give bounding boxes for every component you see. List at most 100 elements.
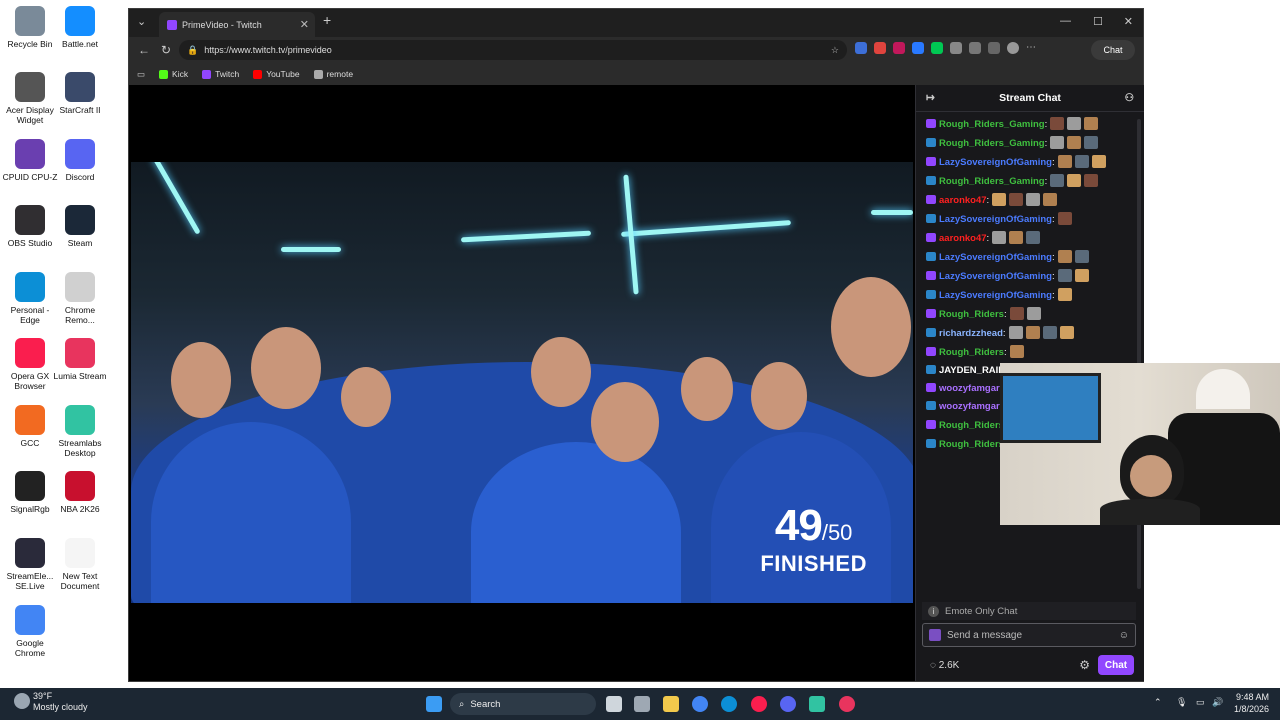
opera-gx-icon[interactable] bbox=[751, 696, 767, 712]
desktop-icon-acer-display[interactable]: Acer Display Widget bbox=[2, 72, 58, 125]
widgets-icon[interactable] bbox=[634, 696, 650, 712]
desktop-icon-obs[interactable]: OBS Studio bbox=[2, 205, 58, 248]
desktop-icon-gcc[interactable]: GCC bbox=[2, 405, 58, 448]
desktop-icon-opera-gx[interactable]: Opera GX Browser bbox=[2, 338, 58, 391]
desktop-icon-starcraft[interactable]: StarCraft II bbox=[52, 72, 108, 115]
chat-username[interactable]: LazySovereignOfGaming bbox=[939, 290, 1052, 301]
chat-username[interactable]: richardzzhead bbox=[939, 328, 1003, 339]
chat-username[interactable]: aaronko47 bbox=[939, 195, 987, 206]
tab-list-icon[interactable]: ⌄ bbox=[137, 15, 146, 28]
chat-message[interactable]: Rough_Riders_Gaming: bbox=[916, 172, 1136, 191]
extension-icon[interactable] bbox=[874, 42, 886, 54]
streamlabs-icon[interactable] bbox=[809, 696, 825, 712]
chevron-up-icon[interactable]: ⌃ bbox=[1154, 697, 1162, 708]
collapse-chat-icon[interactable]: ↦ bbox=[926, 92, 935, 104]
chat-message-input[interactable]: Send a message ☺ bbox=[922, 623, 1136, 647]
send-chat-button[interactable]: Chat bbox=[1098, 655, 1134, 675]
desktop-icon-chrome[interactable]: Google Chrome bbox=[2, 605, 58, 658]
chat-message[interactable]: aaronko47: bbox=[916, 229, 1136, 248]
bookmarks-icon[interactable]: ▭ bbox=[137, 69, 145, 80]
extension-icon[interactable] bbox=[950, 42, 962, 54]
gear-icon[interactable]: ⚙ bbox=[1079, 658, 1090, 672]
chat-username[interactable]: LazySovereignOfGaming bbox=[939, 157, 1052, 168]
chat-message[interactable]: Rough_Riders_Gaming: bbox=[916, 115, 1136, 134]
chat-username[interactable]: LazySovereignOfGaming bbox=[939, 271, 1052, 282]
chat-username[interactable]: Rough_Riders_Gaming bbox=[939, 138, 1045, 149]
edge-icon[interactable] bbox=[721, 696, 737, 712]
network-icon[interactable]: ▭ bbox=[1196, 697, 1205, 708]
chat-message[interactable]: LazySovereignOfGaming: bbox=[916, 210, 1136, 229]
weather-icon[interactable] bbox=[14, 693, 30, 709]
desktop-icon-edge[interactable]: Personal - Edge bbox=[2, 272, 58, 325]
chat-message[interactable]: aaronko47: bbox=[916, 191, 1136, 210]
video-player[interactable]: 49/50 FINISHED bbox=[129, 85, 915, 681]
chat-message[interactable]: LazySovereignOfGaming: bbox=[916, 286, 1136, 305]
chat-username[interactable]: aaronko47 bbox=[939, 233, 987, 244]
emote-picker-badge-icon[interactable] bbox=[929, 629, 941, 641]
desktop-icon-discord[interactable]: Discord bbox=[52, 139, 108, 182]
chat-username[interactable]: JAYDEN_RAIN bbox=[939, 365, 1005, 376]
smiley-icon[interactable]: ☺ bbox=[1119, 630, 1129, 641]
extension-icon[interactable] bbox=[893, 42, 905, 54]
tab-primevideo[interactable]: PrimeVideo - Twitch ✕ bbox=[159, 12, 315, 37]
chat-message[interactable]: LazySovereignOfGaming: bbox=[916, 267, 1136, 286]
extension-icon[interactable] bbox=[969, 42, 981, 54]
refresh-icon[interactable]: ↻ bbox=[155, 43, 177, 57]
extension-icon[interactable] bbox=[912, 42, 924, 54]
close-tab-icon[interactable]: ✕ bbox=[300, 18, 309, 31]
discord-icon[interactable] bbox=[780, 696, 796, 712]
chat-message[interactable]: richardzzhead: bbox=[916, 324, 1136, 343]
channel-points[interactable]: ◌ 2.6K bbox=[930, 660, 959, 671]
profile-avatar[interactable] bbox=[1007, 42, 1019, 54]
chat-username[interactable]: Rough_Riders_Gaming bbox=[939, 176, 1045, 187]
desktop-icon-battlenet[interactable]: Battle.net bbox=[52, 6, 108, 49]
desktop-icon-signalrgb[interactable]: SignalRgb bbox=[2, 471, 58, 514]
volume-icon[interactable]: 🔊 bbox=[1212, 697, 1223, 708]
microphone-icon[interactable]: 🎙 bbox=[1176, 697, 1187, 708]
new-tab-icon[interactable]: + bbox=[323, 12, 331, 28]
extension-icon[interactable] bbox=[931, 42, 943, 54]
desktop-icon-recycle-bin[interactable]: Recycle Bin bbox=[2, 6, 58, 49]
favorite-star-icon[interactable]: ☆ bbox=[831, 45, 839, 56]
chat-username[interactable]: woozyfamgar bbox=[939, 401, 1000, 412]
favorites-icon[interactable] bbox=[988, 42, 1000, 54]
chat-message[interactable]: Rough_Riders_Gaming: bbox=[916, 134, 1136, 153]
back-icon[interactable]: ← bbox=[133, 43, 155, 57]
desktop-icon-chrome-remote[interactable]: Chrome Remo... bbox=[52, 272, 108, 325]
chrome-icon[interactable] bbox=[692, 696, 708, 712]
chat-message[interactable]: LazySovereignOfGaming: bbox=[916, 153, 1136, 172]
bookmark-kick[interactable]: Kick bbox=[159, 69, 188, 79]
chat-username[interactable]: Rough_Riders bbox=[939, 309, 1004, 320]
taskbar-search[interactable]: ⌕ Search bbox=[450, 693, 596, 715]
desktop-icon-streamlabs[interactable]: Streamlabs Desktop bbox=[52, 405, 108, 458]
lumia-stream-icon[interactable] bbox=[839, 696, 855, 712]
file-explorer-icon[interactable] bbox=[663, 696, 679, 712]
desktop-icon-text-document[interactable]: New Text Document bbox=[52, 538, 108, 591]
chat-username[interactable]: LazySovereignOfGaming bbox=[939, 252, 1052, 263]
chat-username[interactable]: Rough_Riders bbox=[939, 347, 1004, 358]
chat-username[interactable]: woozyfamgar bbox=[939, 383, 1000, 394]
community-icon[interactable]: ⚇ bbox=[1125, 92, 1134, 104]
bookmark-remote[interactable]: remote bbox=[313, 69, 353, 79]
desktop-icon-nba2k[interactable]: NBA 2K26 bbox=[52, 471, 108, 514]
desktop-icon-steam[interactable]: Steam bbox=[52, 205, 108, 248]
task-view-icon[interactable] bbox=[606, 696, 622, 712]
desktop-icon-lumia[interactable]: Lumia Stream bbox=[52, 338, 108, 381]
copilot-chat-button[interactable]: Chat bbox=[1091, 40, 1135, 60]
minimize-icon[interactable]: — bbox=[1060, 15, 1071, 27]
chat-message[interactable]: Rough_Riders: bbox=[916, 343, 1136, 362]
url-bar[interactable]: 🔒 https://www.twitch.tv/primevideo ☆ bbox=[179, 40, 847, 60]
windows-start-icon[interactable] bbox=[426, 696, 442, 712]
chat-username[interactable]: LazySovereignOfGaming bbox=[939, 214, 1052, 225]
more-menu-icon[interactable]: ⋯ bbox=[1026, 42, 1038, 54]
maximize-icon[interactable]: ☐ bbox=[1093, 15, 1103, 28]
chat-message[interactable]: LazySovereignOfGaming: bbox=[916, 248, 1136, 267]
extension-icon[interactable] bbox=[855, 42, 867, 54]
chat-username[interactable]: Rough_Riders_Gaming bbox=[939, 119, 1045, 130]
close-window-icon[interactable]: ✕ bbox=[1124, 15, 1133, 28]
desktop-icon-streamelements[interactable]: StreamEle... SE.Live bbox=[2, 538, 58, 591]
chat-message[interactable]: Rough_Riders: bbox=[916, 305, 1136, 324]
bookmark-youtube[interactable]: YouTube bbox=[253, 69, 300, 79]
bookmark-twitch[interactable]: Twitch bbox=[202, 69, 239, 79]
desktop-icon-cpuz[interactable]: CPUID CPU-Z bbox=[2, 139, 58, 182]
